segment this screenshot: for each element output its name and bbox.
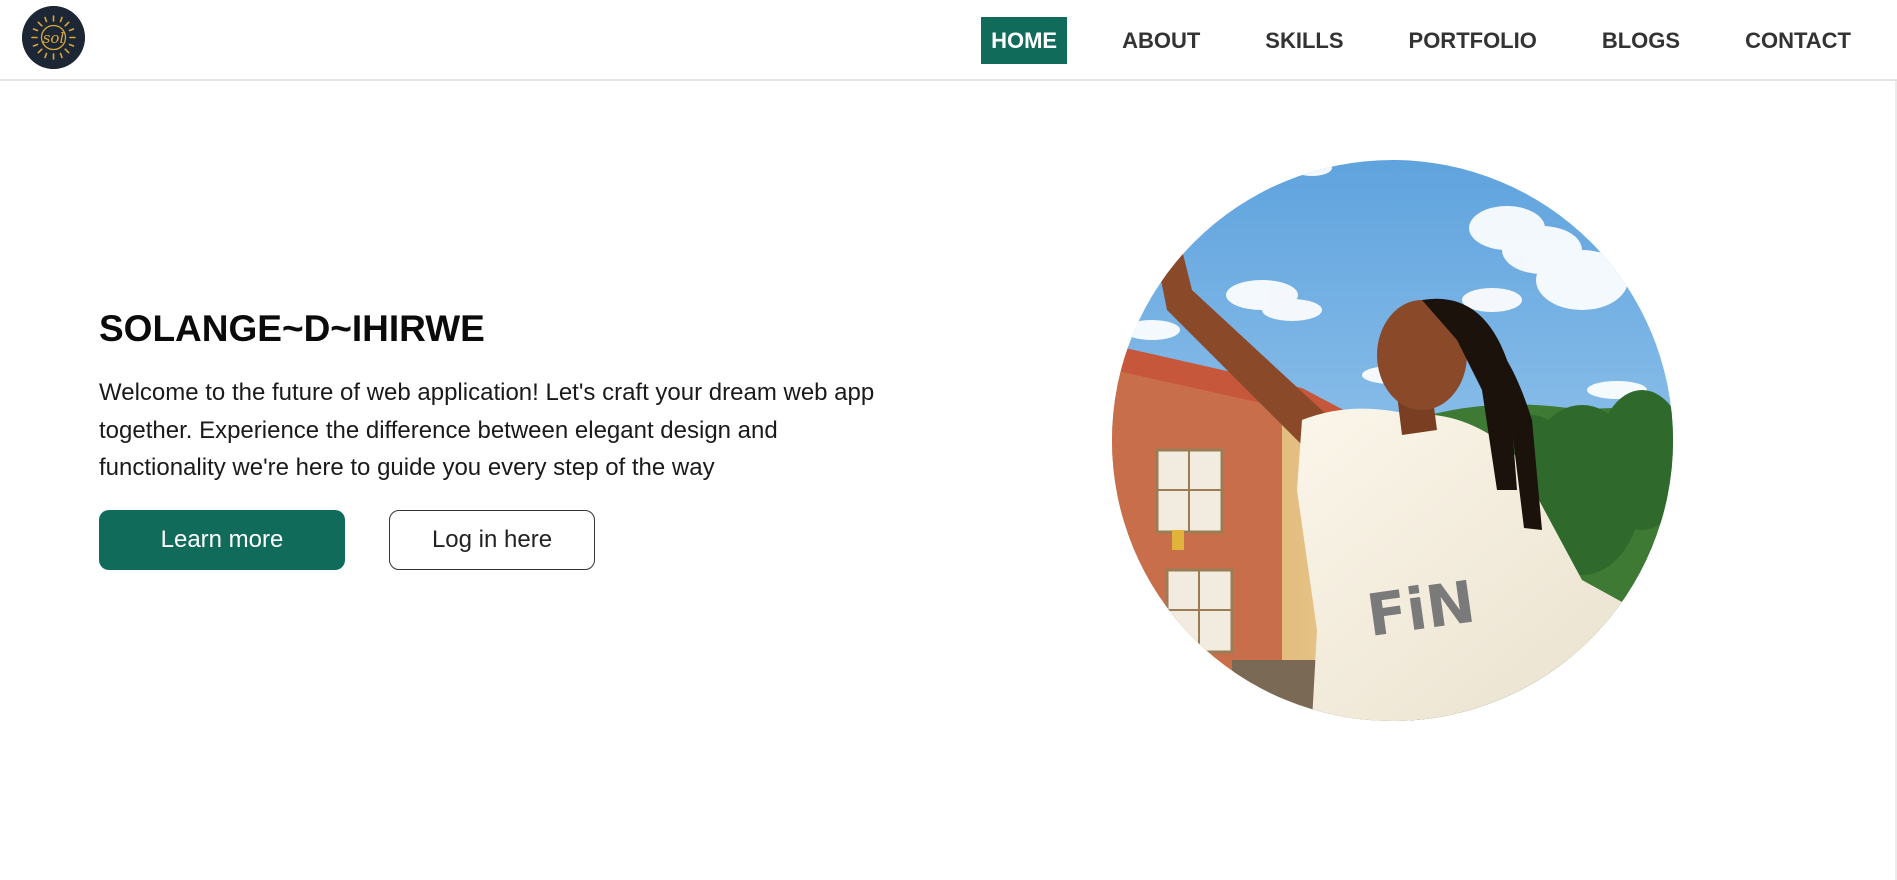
login-button[interactable]: Log in here [389,510,595,570]
learn-more-button[interactable]: Learn more [99,510,345,570]
nav-portfolio[interactable]: PORTFOLIO [1399,17,1547,64]
sun-logo-icon: sol [22,6,85,69]
hero-description: Welcome to the future of web application… [99,379,875,481]
main-nav: HOME ABOUT SKILLS PORTFOLIO BLOGS CONTAC… [981,17,1861,64]
hero-title: SOLANGE~D~IHIRWE [99,308,485,349]
nav-blogs[interactable]: BLOGS [1592,17,1690,64]
nav-contact[interactable]: CONTACT [1735,17,1861,64]
logo-text: sol [43,29,65,47]
nav-skills[interactable]: SKILLS [1255,17,1353,64]
site-logo[interactable]: sol [22,6,85,69]
profile-photo: FiN [1112,160,1673,721]
nav-home[interactable]: HOME [981,17,1068,64]
profile-photo-icon: FiN [1112,160,1673,721]
site-header: sol HOME ABOUT SKILLS PORTFOLIO BLOGS CO… [0,0,1897,81]
nav-about[interactable]: ABOUT [1112,17,1210,64]
